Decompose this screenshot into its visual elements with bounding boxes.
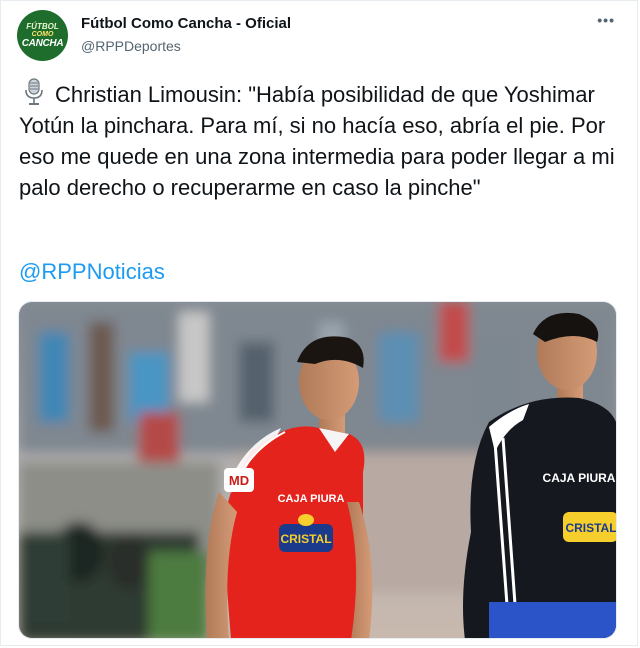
avatar-text-line1: FÚTBOL — [26, 21, 59, 31]
author-name[interactable]: Fútbol Como Cancha - Oficial — [81, 15, 291, 32]
avatar-text-line3: CANCHA — [21, 37, 64, 49]
left-jersey-brand: CRISTAL — [280, 532, 331, 546]
left-jersey-sponsor: CAJA PIURA — [278, 493, 345, 505]
right-jersey-brand: CRISTAL — [565, 521, 616, 535]
mention-link[interactable]: @RPPNoticias — [19, 259, 165, 285]
more-icon[interactable]: ••• — [597, 12, 615, 28]
tweet-card: FÚTBOL COMO CANCHA Fútbol Como Cancha - … — [0, 0, 638, 646]
right-jersey-sponsor: CAJA PIURA — [543, 471, 616, 485]
avatar[interactable]: FÚTBOL COMO CANCHA — [17, 10, 68, 61]
microphone-icon — [25, 78, 43, 105]
tweet-body: Christian Limousin: "Había posibilidad d… — [19, 78, 624, 203]
author-handle[interactable]: @RPPDeportes — [81, 38, 181, 54]
left-jersey-mark: MD — [229, 473, 249, 488]
tweet-text: Christian Limousin: "Había posibilidad d… — [19, 82, 615, 200]
tweet-photo[interactable]: MD CAJA PIURA CRISTAL CAJA PIURA CRISTAL — [18, 301, 617, 639]
